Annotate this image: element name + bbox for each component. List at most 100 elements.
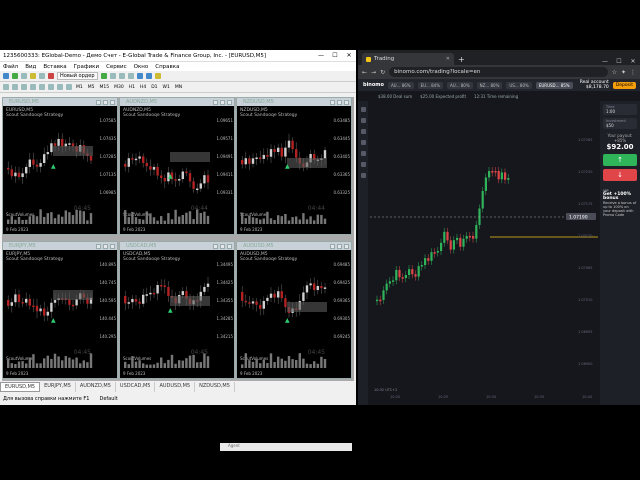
candlestick-chart[interactable]: ▲	[3, 106, 117, 234]
sidebar-chat-icon[interactable]	[360, 173, 366, 178]
zoom-out-icon[interactable]	[145, 73, 152, 79]
line-chart-icon[interactable]	[127, 73, 134, 79]
menu-help[interactable]: Справка	[155, 64, 179, 70]
chart-minimize-icon[interactable]	[96, 99, 101, 105]
chart-maximize-icon[interactable]	[220, 99, 225, 105]
asset-pill-4[interactable]: NZ... 80%	[476, 81, 503, 89]
cursor-icon[interactable]	[3, 84, 9, 90]
candlestick-chart[interactable]: ▲	[3, 250, 117, 378]
profiles-icon[interactable]	[21, 73, 27, 79]
star-icon[interactable]: ☆	[612, 69, 617, 76]
asset-pill-3[interactable]: AU... 80%	[447, 81, 473, 89]
sidebar-help-icon[interactable]	[360, 162, 366, 167]
reload-icon[interactable]: ↻	[380, 69, 385, 76]
close-icon[interactable]: ✕	[342, 52, 356, 59]
maximize-icon[interactable]: ☐	[328, 52, 342, 59]
url-field[interactable]: binomo.com/trading?locale=en	[389, 67, 608, 77]
time-field[interactable]: Time 1:00	[603, 104, 637, 115]
forward-icon[interactable]: →	[371, 69, 376, 76]
chart-window-4[interactable]: USDCAD,M5 USDCAD,M5 Scout Sandooqe Strateg…	[119, 241, 235, 379]
menu-dots-icon[interactable]: ⋮	[630, 69, 636, 76]
bar-chart-icon[interactable]	[109, 73, 116, 79]
menu-charts[interactable]: Графики	[74, 64, 99, 70]
chart-maximize-icon[interactable]	[337, 99, 342, 105]
chart-maximize-icon[interactable]	[103, 99, 108, 105]
chart-close-icon[interactable]	[110, 243, 115, 249]
chart-window-0[interactable]: EURUSD,M5 EURUSD,M5 Scout Sandooqe Strateg…	[2, 97, 118, 235]
chart-close-icon[interactable]	[227, 99, 232, 105]
browser-maximize-icon[interactable]: ☐	[612, 58, 626, 65]
vertical-line-icon[interactable]	[21, 84, 27, 90]
chart-window-5[interactable]: AUDUSD,M5 AUDUSD,M5 Scout Sandooqe Strateg…	[236, 241, 352, 379]
chart-maximize-icon[interactable]	[337, 243, 342, 249]
chart-window-1[interactable]: AUDNZD,M5 AUDNZD,M5 Scout Sandooqe Strateg…	[119, 97, 235, 235]
extensions-icon[interactable]: ✦	[621, 69, 626, 76]
chart-minimize-icon[interactable]	[96, 243, 101, 249]
chart-minimize-icon[interactable]	[330, 99, 335, 105]
sidebar-history-icon[interactable]	[360, 118, 366, 123]
autotrading-icon[interactable]	[100, 73, 107, 79]
browser-tab[interactable]: Trading ✕	[362, 53, 454, 65]
zoom-in-icon[interactable]	[136, 73, 143, 79]
chart-minimize-icon[interactable]	[213, 99, 218, 105]
chart-maximize-icon[interactable]	[103, 243, 108, 249]
new-tab-icon[interactable]: +	[458, 55, 465, 64]
sidebar-tournaments-icon[interactable]	[360, 151, 366, 156]
fibo-icon[interactable]	[57, 84, 63, 90]
browser-minimize-icon[interactable]: —	[598, 58, 612, 65]
trendline-icon[interactable]	[39, 84, 45, 90]
new-order-button[interactable]: Новый ордер	[57, 72, 98, 80]
up-button[interactable]: ↑	[603, 154, 637, 166]
tab-eurjpy[interactable]: EURJPY,M5	[40, 382, 76, 392]
chart-window-3[interactable]: EURJPY,M5 EURJPY,M5 Scout Sandooqe Strateg…	[2, 241, 118, 379]
chart-window-2[interactable]: NZDUSD,M5 NZDUSD,M5 Scout Sandooqe Strateg…	[236, 97, 352, 235]
tf-m1[interactable]: M1	[75, 85, 84, 90]
tf-h4[interactable]: H4	[139, 85, 147, 90]
candlestick-chart[interactable]: ▲	[237, 106, 351, 234]
down-button[interactable]: ↓	[603, 169, 637, 181]
crosshair-icon[interactable]	[12, 84, 18, 90]
chart-minimize-icon[interactable]	[330, 243, 335, 249]
tab-eurusd[interactable]: EURUSD,M5	[0, 382, 41, 392]
chart-close-icon[interactable]	[344, 243, 349, 249]
asset-pill-2[interactable]: EU... 84%	[417, 81, 444, 89]
tab-close-icon[interactable]: ✕	[446, 56, 450, 62]
sidebar-trade-icon[interactable]	[360, 107, 366, 112]
menu-file[interactable]: Файл	[3, 64, 18, 70]
terminal-icon[interactable]	[48, 73, 54, 79]
sidebar-strategies-icon[interactable]	[360, 140, 366, 145]
text-icon[interactable]	[66, 84, 72, 90]
new-chart-icon[interactable]	[3, 73, 9, 79]
navigator-icon[interactable]	[39, 73, 45, 79]
indicators-icon[interactable]	[154, 73, 161, 79]
minimize-icon[interactable]: —	[314, 52, 328, 59]
channel-icon[interactable]	[48, 84, 54, 90]
browser-close-icon[interactable]: ✕	[626, 58, 640, 65]
chart-close-icon[interactable]	[227, 243, 232, 249]
chart-minimize-icon[interactable]	[213, 243, 218, 249]
chart-close-icon[interactable]	[110, 99, 115, 105]
tf-h1[interactable]: H1	[128, 85, 136, 90]
tf-m30[interactable]: M30	[113, 85, 125, 90]
tab-audusd[interactable]: AUDUSD,M5	[155, 382, 196, 392]
candles-icon[interactable]	[118, 73, 125, 79]
tab-usdcad[interactable]: USDCAD,M5	[116, 382, 156, 392]
menu-insert[interactable]: Вставка	[43, 64, 66, 70]
chart-maximize-icon[interactable]	[220, 243, 225, 249]
binomo-logo[interactable]: binomo	[363, 82, 384, 88]
candlestick-chart[interactable]: ▲	[237, 250, 351, 378]
asset-pill-active[interactable]: EURUSD... 85%	[535, 81, 573, 89]
tab-audnzd[interactable]: AUDNZD,M5	[76, 382, 116, 392]
menu-tools[interactable]: Сервис	[106, 64, 127, 70]
horizontal-line-icon[interactable]	[30, 84, 36, 90]
market-watch-icon[interactable]	[30, 73, 36, 79]
tf-mn[interactable]: MN	[174, 85, 183, 90]
menu-view[interactable]: Вид	[25, 64, 36, 70]
tf-d1[interactable]: D1	[150, 85, 158, 90]
deposit-button[interactable]: Deposit	[612, 81, 636, 89]
tf-m15[interactable]: M15	[99, 85, 111, 90]
tab-nzdusd[interactable]: NZDUSD,M5	[195, 382, 235, 392]
tf-w1[interactable]: W1	[162, 85, 171, 90]
add-icon[interactable]	[12, 73, 18, 79]
sidebar-cashier-icon[interactable]	[360, 129, 366, 134]
